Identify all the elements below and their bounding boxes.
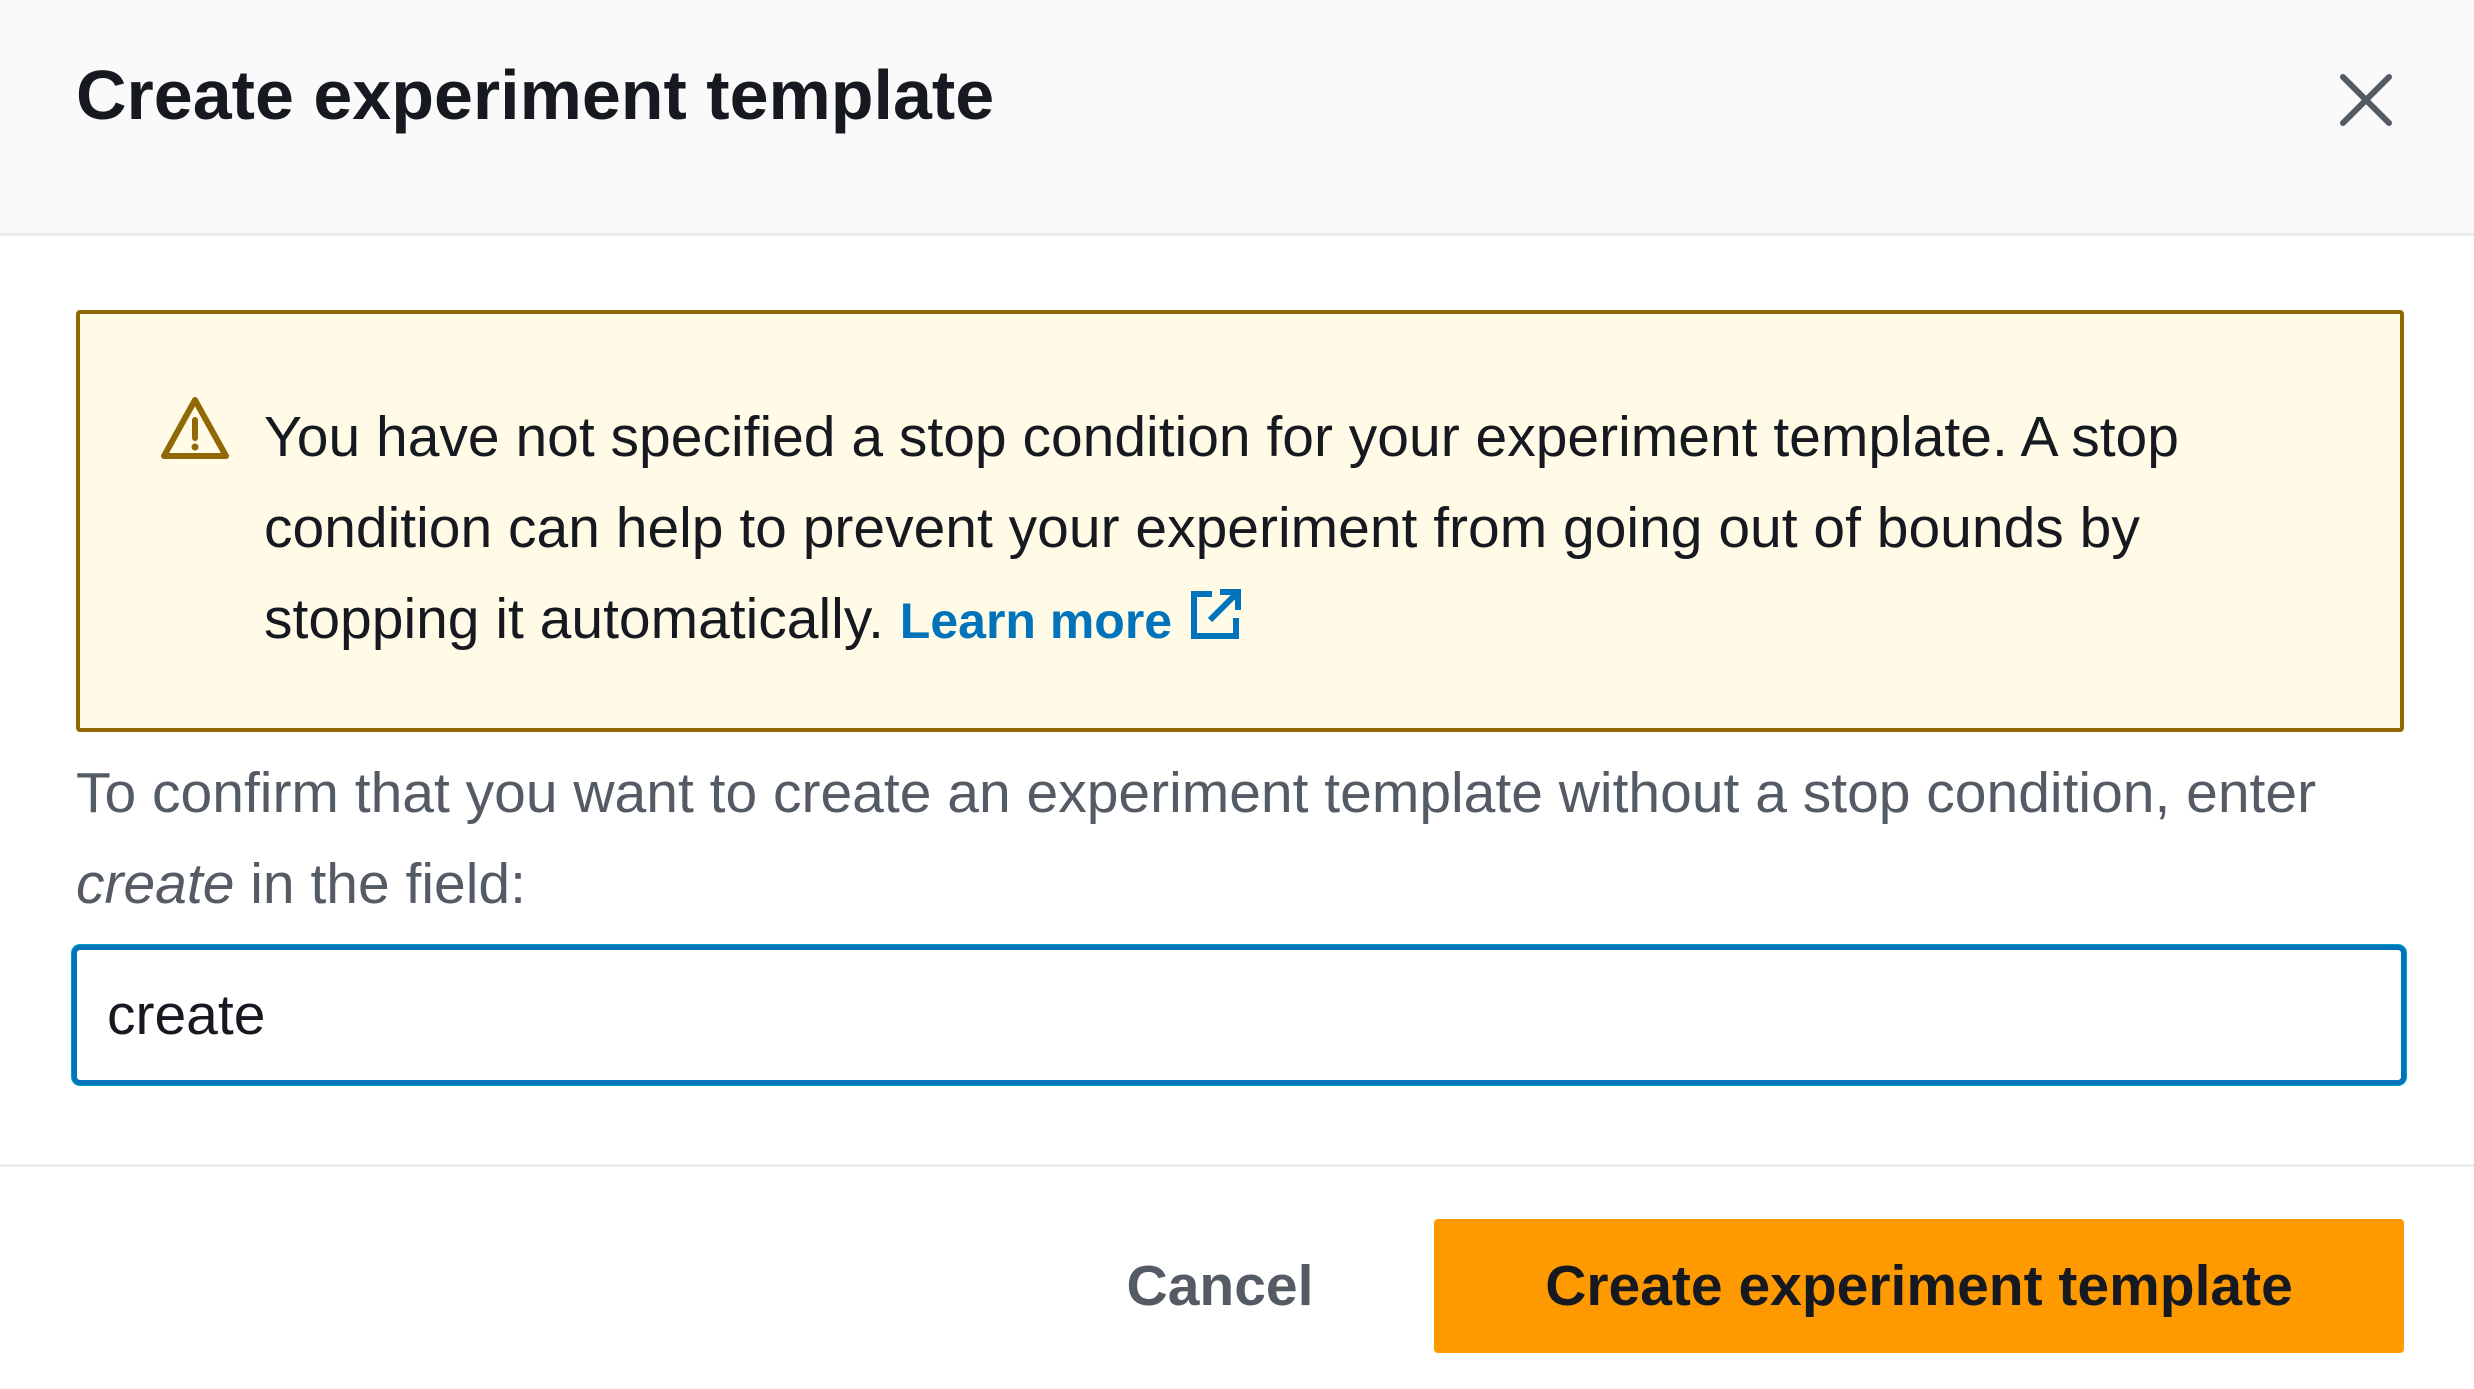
alert-message: You have not specified a stop condition … — [264, 392, 2344, 667]
confirm-input[interactable] — [107, 950, 2367, 1080]
confirm-keyword: create — [76, 852, 235, 916]
warning-alert: You have not specified a stop condition … — [76, 310, 2404, 732]
warning-icon — [161, 397, 229, 459]
modal-title: Create experiment template — [76, 56, 995, 134]
modal-header: Create experiment template — [0, 0, 2474, 236]
close-icon — [2340, 74, 2392, 126]
confirm-text-after: in the field: — [250, 852, 526, 916]
footer-divider — [0, 1164, 2474, 1167]
create-template-button[interactable]: Create experiment template — [1434, 1219, 2404, 1353]
confirm-input-container — [72, 945, 2406, 1085]
learn-more-link[interactable]: Learn more — [899, 589, 1244, 649]
learn-more-label: Learn more — [899, 593, 1173, 649]
cancel-button[interactable]: Cancel — [1080, 1219, 1360, 1353]
external-link-icon — [1191, 589, 1242, 639]
confirm-text-before: To confirm that you want to create an ex… — [76, 761, 2317, 825]
close-button[interactable] — [2330, 64, 2402, 136]
confirm-instructions: To confirm that you want to create an ex… — [76, 748, 2416, 930]
create-template-modal: Create experiment template You have not … — [0, 0, 2474, 1389]
